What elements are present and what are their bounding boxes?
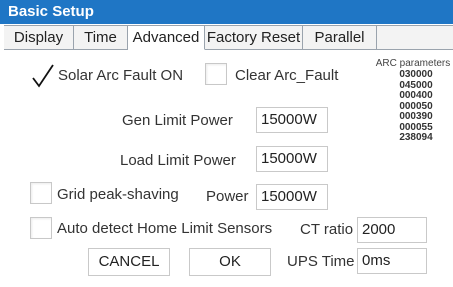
gen-limit-power-field[interactable]: 15000W <box>256 107 328 133</box>
arc-parameter-value: 030000 <box>399 69 433 80</box>
grid-peak-shaving-power-field[interactable]: 15000W <box>256 184 328 210</box>
tab-bar-filler <box>377 26 453 50</box>
ct-ratio-field[interactable]: 2000 <box>357 217 427 243</box>
gen-limit-power-label: Gen Limit Power <box>122 112 233 129</box>
ct-ratio-label: CT ratio <box>300 221 354 238</box>
tab-display[interactable]: Display <box>4 26 74 50</box>
ok-button[interactable]: OK <box>189 248 271 276</box>
tab-factory-reset[interactable]: Factory Reset <box>205 26 303 50</box>
grid-peak-shaving-power-label: Power <box>206 188 249 205</box>
grid-peak-shaving-label: Grid peak-shaving <box>57 186 179 203</box>
checkmark-icon <box>32 64 54 88</box>
arc-parameter-value: 000390 <box>399 111 433 122</box>
grid-peak-shaving-checkbox[interactable] <box>30 182 52 204</box>
ups-time-field[interactable]: 0ms <box>357 248 427 274</box>
clear-arc-fault-label: Clear Arc_Fault <box>235 67 339 84</box>
tab-bar: Display Time Advanced Factory Reset Para… <box>4 25 453 50</box>
arc-parameter-value: 000400 <box>399 90 433 101</box>
arc-parameters-title: ARC parameters <box>375 58 451 69</box>
arc-parameters: ARC parameters 030000 045000 000400 0000… <box>376 58 452 144</box>
solar-arc-fault-label: Solar Arc Fault ON <box>58 67 184 84</box>
cancel-button[interactable]: CANCEL <box>88 248 170 276</box>
tab-parallel[interactable]: Parallel <box>303 26 377 50</box>
tab-advanced[interactable]: Advanced <box>128 26 205 50</box>
auto-detect-label: Auto detect Home Limit Sensors <box>57 220 273 237</box>
auto-detect-checkbox[interactable] <box>30 217 52 239</box>
clear-arc-fault-checkbox[interactable] <box>205 63 227 85</box>
solar-arc-fault-checkbox[interactable] <box>30 63 54 88</box>
arc-parameter-value: 238094 <box>399 132 433 143</box>
window-title: Basic Setup <box>0 0 453 24</box>
load-limit-power-label: Load Limit Power <box>120 152 236 169</box>
load-limit-power-field[interactable]: 15000W <box>256 146 328 172</box>
ups-time-label: UPS Time <box>287 253 355 270</box>
tab-time[interactable]: Time <box>74 26 128 50</box>
